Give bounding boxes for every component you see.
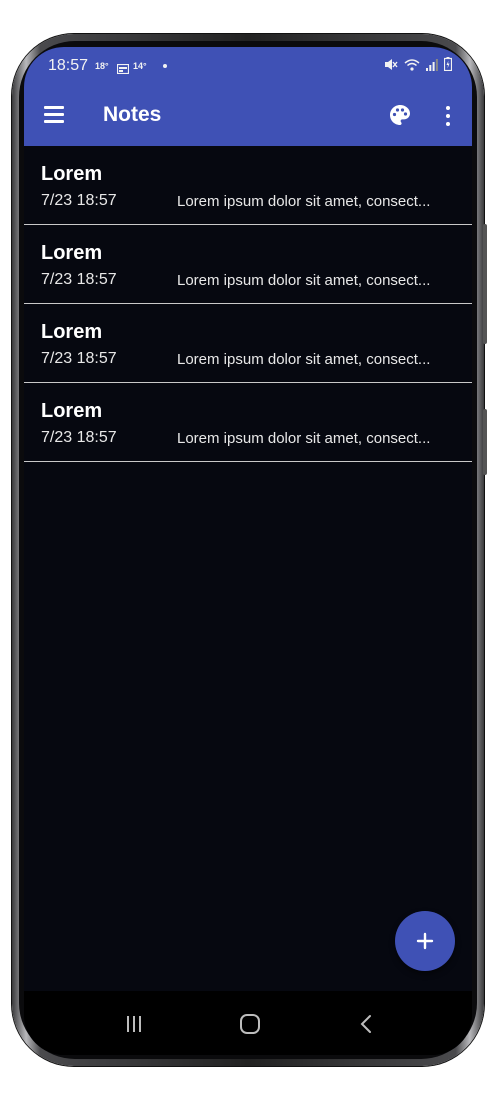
phone-screen: 18:57 18° 14° Notes Lorem 7/23 18:57 Lor… [24,47,472,1055]
note-title: Lorem [41,321,103,343]
volume-button [483,224,487,344]
wifi-icon [404,58,420,76]
palette-icon[interactable] [388,103,412,127]
weather-temp-2: 14° [133,61,147,71]
status-bar: 18:57 18° 14° [24,47,472,84]
note-title: Lorem [41,400,103,422]
note-preview: Lorem ipsum dolor sit amet, consect... [177,193,431,210]
power-button [483,409,487,475]
navigation-bar [24,991,472,1055]
list-item[interactable]: Lorem 7/23 18:57 Lorem ipsum dolor sit a… [24,146,472,225]
note-title: Lorem [41,242,103,264]
note-date: 7/23 18:57 [41,192,117,209]
calendar-icon [116,61,130,79]
note-preview: Lorem ipsum dolor sit amet, consect... [177,272,431,289]
home-icon[interactable] [235,1009,265,1039]
back-icon[interactable] [352,1009,382,1039]
signal-icon [426,58,438,76]
note-date: 7/23 18:57 [41,350,117,367]
note-list: Lorem 7/23 18:57 Lorem ipsum dolor sit a… [24,146,472,462]
status-icons [384,57,453,76]
more-vert-icon[interactable] [438,104,458,128]
status-time: 18:57 [48,57,89,74]
note-date: 7/23 18:57 [41,429,117,446]
page-title: Notes [103,103,162,126]
list-item[interactable]: Lorem 7/23 18:57 Lorem ipsum dolor sit a… [24,304,472,383]
dot-icon [163,64,167,68]
note-title: Lorem [41,163,103,185]
mute-icon [384,58,398,76]
list-item[interactable]: Lorem 7/23 18:57 Lorem ipsum dolor sit a… [24,225,472,304]
note-preview: Lorem ipsum dolor sit amet, consect... [177,430,431,447]
list-item[interactable]: Lorem 7/23 18:57 Lorem ipsum dolor sit a… [24,383,472,462]
weather-temp-1: 18° [95,61,109,71]
add-note-button[interactable] [395,911,455,971]
recent-apps-icon[interactable] [119,1009,149,1039]
battery-icon [443,57,453,76]
plus-icon [416,932,434,950]
app-bar: Notes [24,84,472,146]
note-preview: Lorem ipsum dolor sit amet, consect... [177,351,431,368]
note-date: 7/23 18:57 [41,271,117,288]
menu-icon[interactable] [42,104,66,124]
